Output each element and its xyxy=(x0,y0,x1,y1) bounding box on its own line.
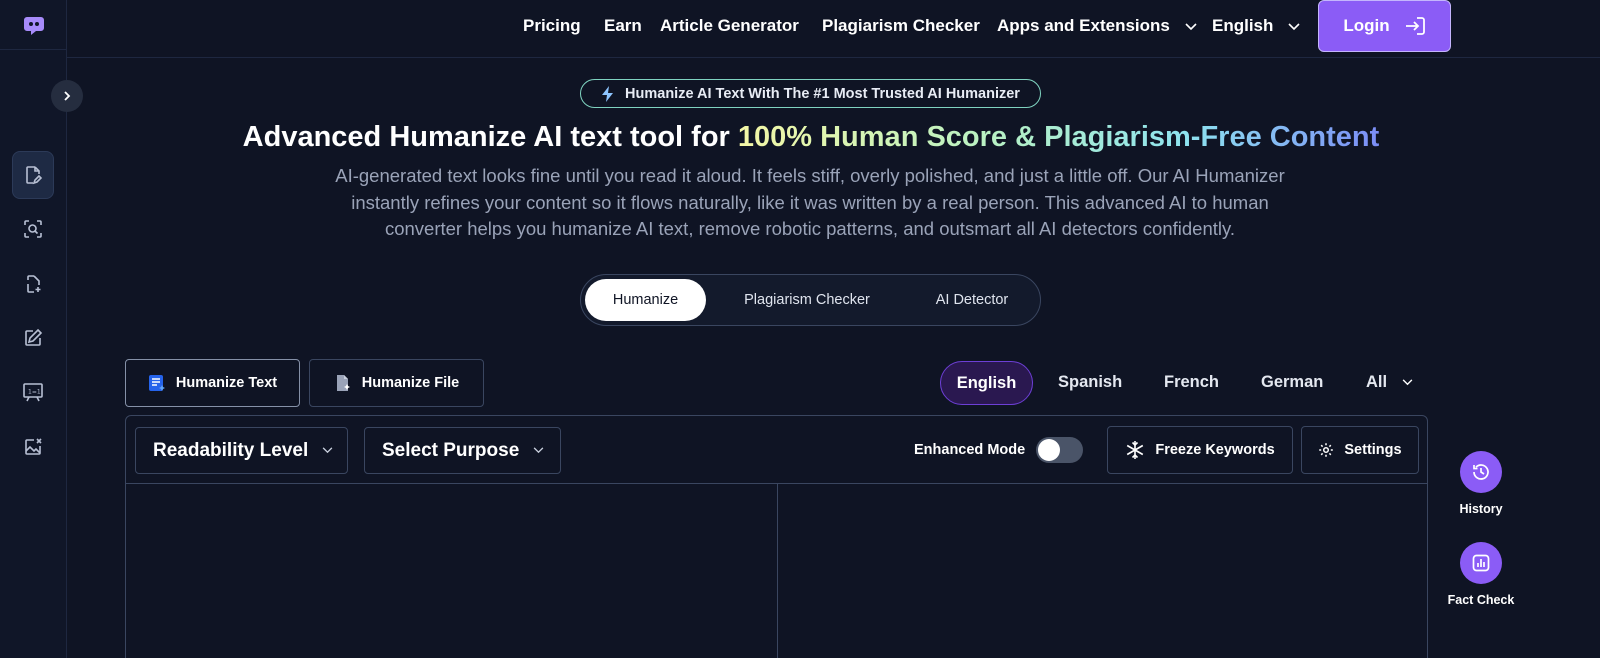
login-label: Login xyxy=(1343,16,1390,35)
humanize-text-label: Humanize Text xyxy=(175,375,278,391)
document-edit-icon xyxy=(26,166,43,185)
history-label: History xyxy=(1459,502,1503,516)
tab-humanize[interactable]: Humanize xyxy=(585,279,706,321)
chevron-down-icon xyxy=(1402,379,1413,386)
sidebar-item-image-tools[interactable] xyxy=(12,423,54,471)
hero-description: AI-generated text looks fine until you r… xyxy=(280,163,1340,243)
nav-apps-extensions[interactable]: Apps and Extensions xyxy=(997,16,1197,36)
scan-search-icon xyxy=(24,220,42,238)
language-english[interactable]: English xyxy=(940,361,1033,405)
select-purpose-dropdown[interactable]: Select Purpose xyxy=(364,427,561,474)
chevron-down-icon xyxy=(322,447,333,454)
tab-ai-detector[interactable]: AI Detector xyxy=(909,279,1035,321)
language-german[interactable]: German xyxy=(1261,373,1323,392)
lightning-icon xyxy=(602,85,614,102)
gear-icon xyxy=(1319,443,1334,457)
chat-bubble-logo-icon xyxy=(23,16,44,35)
text-sparkle-icon xyxy=(148,375,165,391)
nav-language-select[interactable]: English xyxy=(1212,16,1300,36)
input-text-area[interactable] xyxy=(126,484,777,658)
chevron-down-icon xyxy=(1288,22,1300,30)
tab-plagiarism-checker[interactable]: Plagiarism Checker xyxy=(721,279,893,321)
language-french[interactable]: French xyxy=(1164,373,1219,392)
sidebar-item-writer[interactable] xyxy=(12,314,54,362)
history-icon xyxy=(1473,464,1489,480)
enhanced-mode-toggle[interactable] xyxy=(1036,437,1083,463)
hero-description-line: converter helps you humanize AI text, re… xyxy=(384,218,1236,239)
hero-description-line: instantly refines your content so it flo… xyxy=(351,191,1269,213)
login-button[interactable]: Login xyxy=(1318,0,1451,52)
image-remove-icon xyxy=(25,438,42,455)
humanize-file-label: Humanize File xyxy=(361,375,460,391)
svg-text:1=1: 1=1 xyxy=(28,389,41,396)
output-text-area[interactable] xyxy=(778,484,1427,658)
humanize-text-button[interactable]: Humanize Text xyxy=(125,359,300,407)
fact-check-label: Fact Check xyxy=(1447,593,1515,607)
hero-description-line: AI-generated text looks fine until you r… xyxy=(335,165,1285,186)
page-title-plain: Advanced Humanize AI text tool for xyxy=(242,121,738,153)
toggle-knob xyxy=(1038,439,1060,461)
editor-panel: Readability Level Select Purpose Enhance… xyxy=(125,415,1428,658)
bar-chart-icon xyxy=(1472,554,1490,572)
hero-badge: Humanize AI Text With The #1 Most Truste… xyxy=(580,79,1041,108)
readability-level-dropdown[interactable]: Readability Level xyxy=(135,427,348,474)
language-all-label: All xyxy=(1366,373,1388,391)
sidebar-item-detector[interactable] xyxy=(12,205,54,253)
nav-plagiarism-checker[interactable]: Plagiarism Checker xyxy=(822,16,980,36)
page-title: Advanced Humanize AI text tool for 100% … xyxy=(0,121,1600,154)
humanize-file-button[interactable]: Humanize File xyxy=(309,359,484,407)
language-spanish[interactable]: Spanish xyxy=(1058,373,1122,392)
file-sparkle-icon xyxy=(27,275,41,293)
sidebar-item-humanizer[interactable] xyxy=(12,151,54,199)
chevron-down-icon xyxy=(1185,22,1197,30)
settings-button[interactable]: Settings xyxy=(1301,426,1419,474)
nav-earn[interactable]: Earn xyxy=(604,16,642,36)
compare-board-icon: 1=1 xyxy=(23,383,43,402)
tool-tabs: Humanize Plagiarism Checker AI Detector xyxy=(580,274,1041,326)
snowflake-icon xyxy=(1127,441,1144,459)
file-sparkle-icon xyxy=(336,375,350,391)
settings-label: Settings xyxy=(1344,442,1402,458)
login-arrow-icon xyxy=(1405,17,1425,35)
history-button[interactable] xyxy=(1460,451,1502,493)
freeze-keywords-button[interactable]: Freeze Keywords xyxy=(1107,426,1293,474)
nav-article-generator[interactable]: Article Generator xyxy=(660,16,799,36)
sidebar-expand-button[interactable] xyxy=(51,80,83,112)
page-title-highlight: 100% Human Score & Plagiarism-Free Conte… xyxy=(737,121,1380,153)
pen-edit-icon xyxy=(25,328,43,346)
nav-language-label: English xyxy=(1212,16,1274,35)
chevron-down-icon xyxy=(533,447,544,454)
enhanced-mode-label: Enhanced Mode xyxy=(914,442,1026,458)
fact-check-button[interactable] xyxy=(1460,542,1502,584)
sidebar-item-compare[interactable]: 1=1 xyxy=(12,368,54,416)
nav-apps-label: Apps and Extensions xyxy=(997,16,1170,35)
sidebar-item-file-tools[interactable] xyxy=(12,260,54,308)
readability-level-label: Readability Level xyxy=(153,439,309,461)
logo[interactable] xyxy=(0,0,67,50)
language-all-dropdown[interactable]: All xyxy=(1366,373,1413,392)
nav-pricing[interactable]: Pricing xyxy=(523,16,581,36)
chevron-right-icon xyxy=(64,91,71,101)
select-purpose-label: Select Purpose xyxy=(382,439,520,461)
hero-badge-text: Humanize AI Text With The #1 Most Truste… xyxy=(625,85,1020,102)
freeze-keywords-label: Freeze Keywords xyxy=(1155,442,1275,458)
